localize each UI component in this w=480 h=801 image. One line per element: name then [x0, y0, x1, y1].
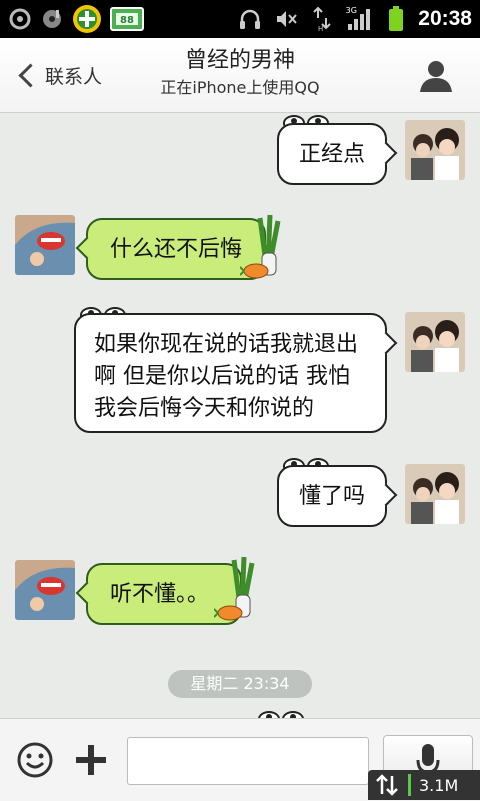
add-attachment-button[interactable] — [70, 739, 112, 781]
emoji-button[interactable] — [14, 739, 56, 781]
svg-text:88: 88 — [120, 15, 134, 26]
smiley-icon — [17, 742, 53, 778]
signal-bar — [408, 774, 411, 796]
back-label: 联系人 — [45, 65, 103, 88]
settings-notification-icon — [8, 7, 32, 31]
back-button[interactable]: 联系人 — [12, 50, 104, 100]
media-notification-icon — [40, 7, 64, 31]
contact-avatar[interactable] — [15, 560, 75, 620]
chevron-left-icon — [18, 62, 43, 88]
status-bar: 88 H 3G 20:38 — [0, 0, 480, 38]
message-bubble[interactable]: 正经点 — [277, 123, 398, 185]
mute-icon — [274, 7, 298, 31]
signal-icon: 3G — [345, 5, 374, 31]
network-type-label: 3G — [345, 5, 357, 15]
transfer-arrows-icon — [376, 774, 398, 796]
message-text: 懂了吗 — [299, 484, 366, 509]
svg-text:H: H — [318, 25, 323, 32]
chat-area[interactable]: 正经点 什么还不后悔 如果你现在说的话我就退出啊 但是你以后说的话 我怕我会后悔… — [0, 113, 480, 718]
message-text: 什么还不后悔 — [110, 237, 243, 262]
message-input[interactable] — [127, 737, 369, 785]
leek-carrot-sticker-icon — [239, 213, 284, 287]
profile-button[interactable] — [416, 56, 456, 96]
message-text: 正经点 — [299, 142, 366, 167]
leek-carrot-sticker-icon — [213, 555, 258, 629]
contact-status: 正在iPhone上使用QQ — [160, 78, 320, 97]
bubble-eyes-decoration — [258, 711, 304, 718]
date-separator: 星期二 23:34 — [168, 670, 312, 698]
message-bubble[interactable]: 如果你现在说的话我就退出啊 但是你以后说的话 我怕我会后悔今天和你说的 — [74, 313, 398, 433]
person-icon — [420, 61, 452, 92]
chat-header: 联系人 曾经的男神 正在iPhone上使用QQ — [0, 38, 480, 113]
message-text: 如果你现在说的话我就退出啊 但是你以后说的话 我怕我会后悔今天和你说的 — [94, 332, 359, 421]
message-bubble[interactable]: 什么还不后悔 — [75, 218, 266, 280]
my-avatar[interactable] — [405, 120, 465, 180]
my-avatar[interactable] — [405, 312, 465, 372]
headset-icon — [238, 7, 262, 31]
calendar-app-icon: 88 — [110, 7, 144, 31]
battery-icon — [386, 6, 406, 31]
security-app-icon — [72, 5, 102, 33]
network-speed-label: 3.1M — [419, 775, 459, 795]
message-bubble[interactable]: 懂了吗 — [277, 465, 398, 527]
my-avatar[interactable] — [405, 464, 465, 524]
network-speed-indicator: 3.1M — [368, 770, 480, 800]
contact-name: 曾经的男神 — [184, 48, 295, 73]
status-time: 20:38 — [418, 7, 472, 30]
plus-icon — [76, 745, 106, 775]
message-text: 听不懂。。 — [110, 582, 210, 607]
data-transfer-icon: H — [310, 6, 334, 32]
contact-avatar[interactable] — [15, 215, 75, 275]
